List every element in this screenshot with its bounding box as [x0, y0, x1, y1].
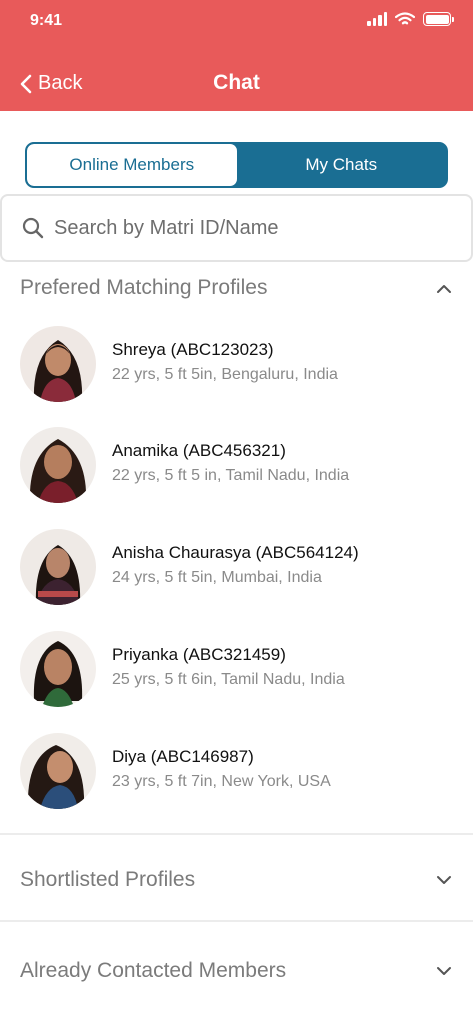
- profile-name: Diya (ABC146987): [112, 747, 254, 766]
- avatar: [20, 529, 96, 605]
- profile-name: Shreya (ABC123023): [112, 340, 274, 359]
- page-title: Chat: [213, 71, 260, 94]
- chevron-up-icon[interactable]: [433, 278, 455, 300]
- status-icons: [367, 12, 454, 26]
- status-time: 9:41: [30, 12, 63, 29]
- tab-online-members[interactable]: Online Members: [27, 144, 237, 186]
- profile-item[interactable]: Anisha Chaurasya (ABC564124) 24 yrs, 5 f…: [0, 529, 473, 619]
- chevron-down-icon[interactable]: [433, 869, 455, 891]
- search-bar: [0, 194, 473, 262]
- tab-my-chats[interactable]: My Chats: [236, 144, 446, 186]
- profile-details: 23 yrs, 5 ft 7in, New York, USA: [112, 773, 331, 790]
- section-title-contacted[interactable]: Already Contacted Members: [20, 959, 286, 983]
- profile-details: 22 yrs, 5 ft 5in, Bengaluru, India: [112, 366, 338, 383]
- signal-icon: [367, 12, 387, 26]
- search-icon: [22, 217, 44, 239]
- tab-switcher: Online Members My Chats: [25, 142, 448, 188]
- wifi-icon: [395, 12, 415, 25]
- profile-name: Anisha Chaurasya (ABC564124): [112, 543, 359, 562]
- profile-item[interactable]: Shreya (ABC123023) 22 yrs, 5 ft 5in, Ben…: [0, 326, 473, 416]
- section-title-shortlisted[interactable]: Shortlisted Profiles: [20, 868, 195, 892]
- profile-details: 25 yrs, 5 ft 6in, Tamil Nadu, India: [112, 671, 345, 688]
- profile-details: 22 yrs, 5 ft 5 in, Tamil Nadu, India: [112, 467, 350, 484]
- divider: [0, 920, 473, 922]
- profile-item[interactable]: Priyanka (ABC321459) 25 yrs, 5 ft 6in, T…: [0, 631, 473, 721]
- section-title-preferred[interactable]: Prefered Matching Profiles: [20, 276, 267, 300]
- profile-name: Anamika (ABC456321): [112, 441, 286, 460]
- profile-item[interactable]: Diya (ABC146987) 23 yrs, 5 ft 7in, New Y…: [0, 733, 473, 823]
- app-header: 9:41 Back Chat: [0, 0, 473, 111]
- avatar: [20, 326, 96, 402]
- avatar: [20, 631, 96, 707]
- avatar: [20, 733, 96, 809]
- search-input[interactable]: [54, 216, 454, 240]
- chevron-down-icon[interactable]: [433, 960, 455, 982]
- profile-name: Priyanka (ABC321459): [112, 645, 286, 664]
- divider: [0, 833, 473, 835]
- avatar: [20, 427, 96, 503]
- profile-item[interactable]: Anamika (ABC456321) 22 yrs, 5 ft 5 in, T…: [0, 427, 473, 517]
- battery-icon: [423, 12, 454, 26]
- profile-details: 24 yrs, 5 ft 5in, Mumbai, India: [112, 569, 322, 586]
